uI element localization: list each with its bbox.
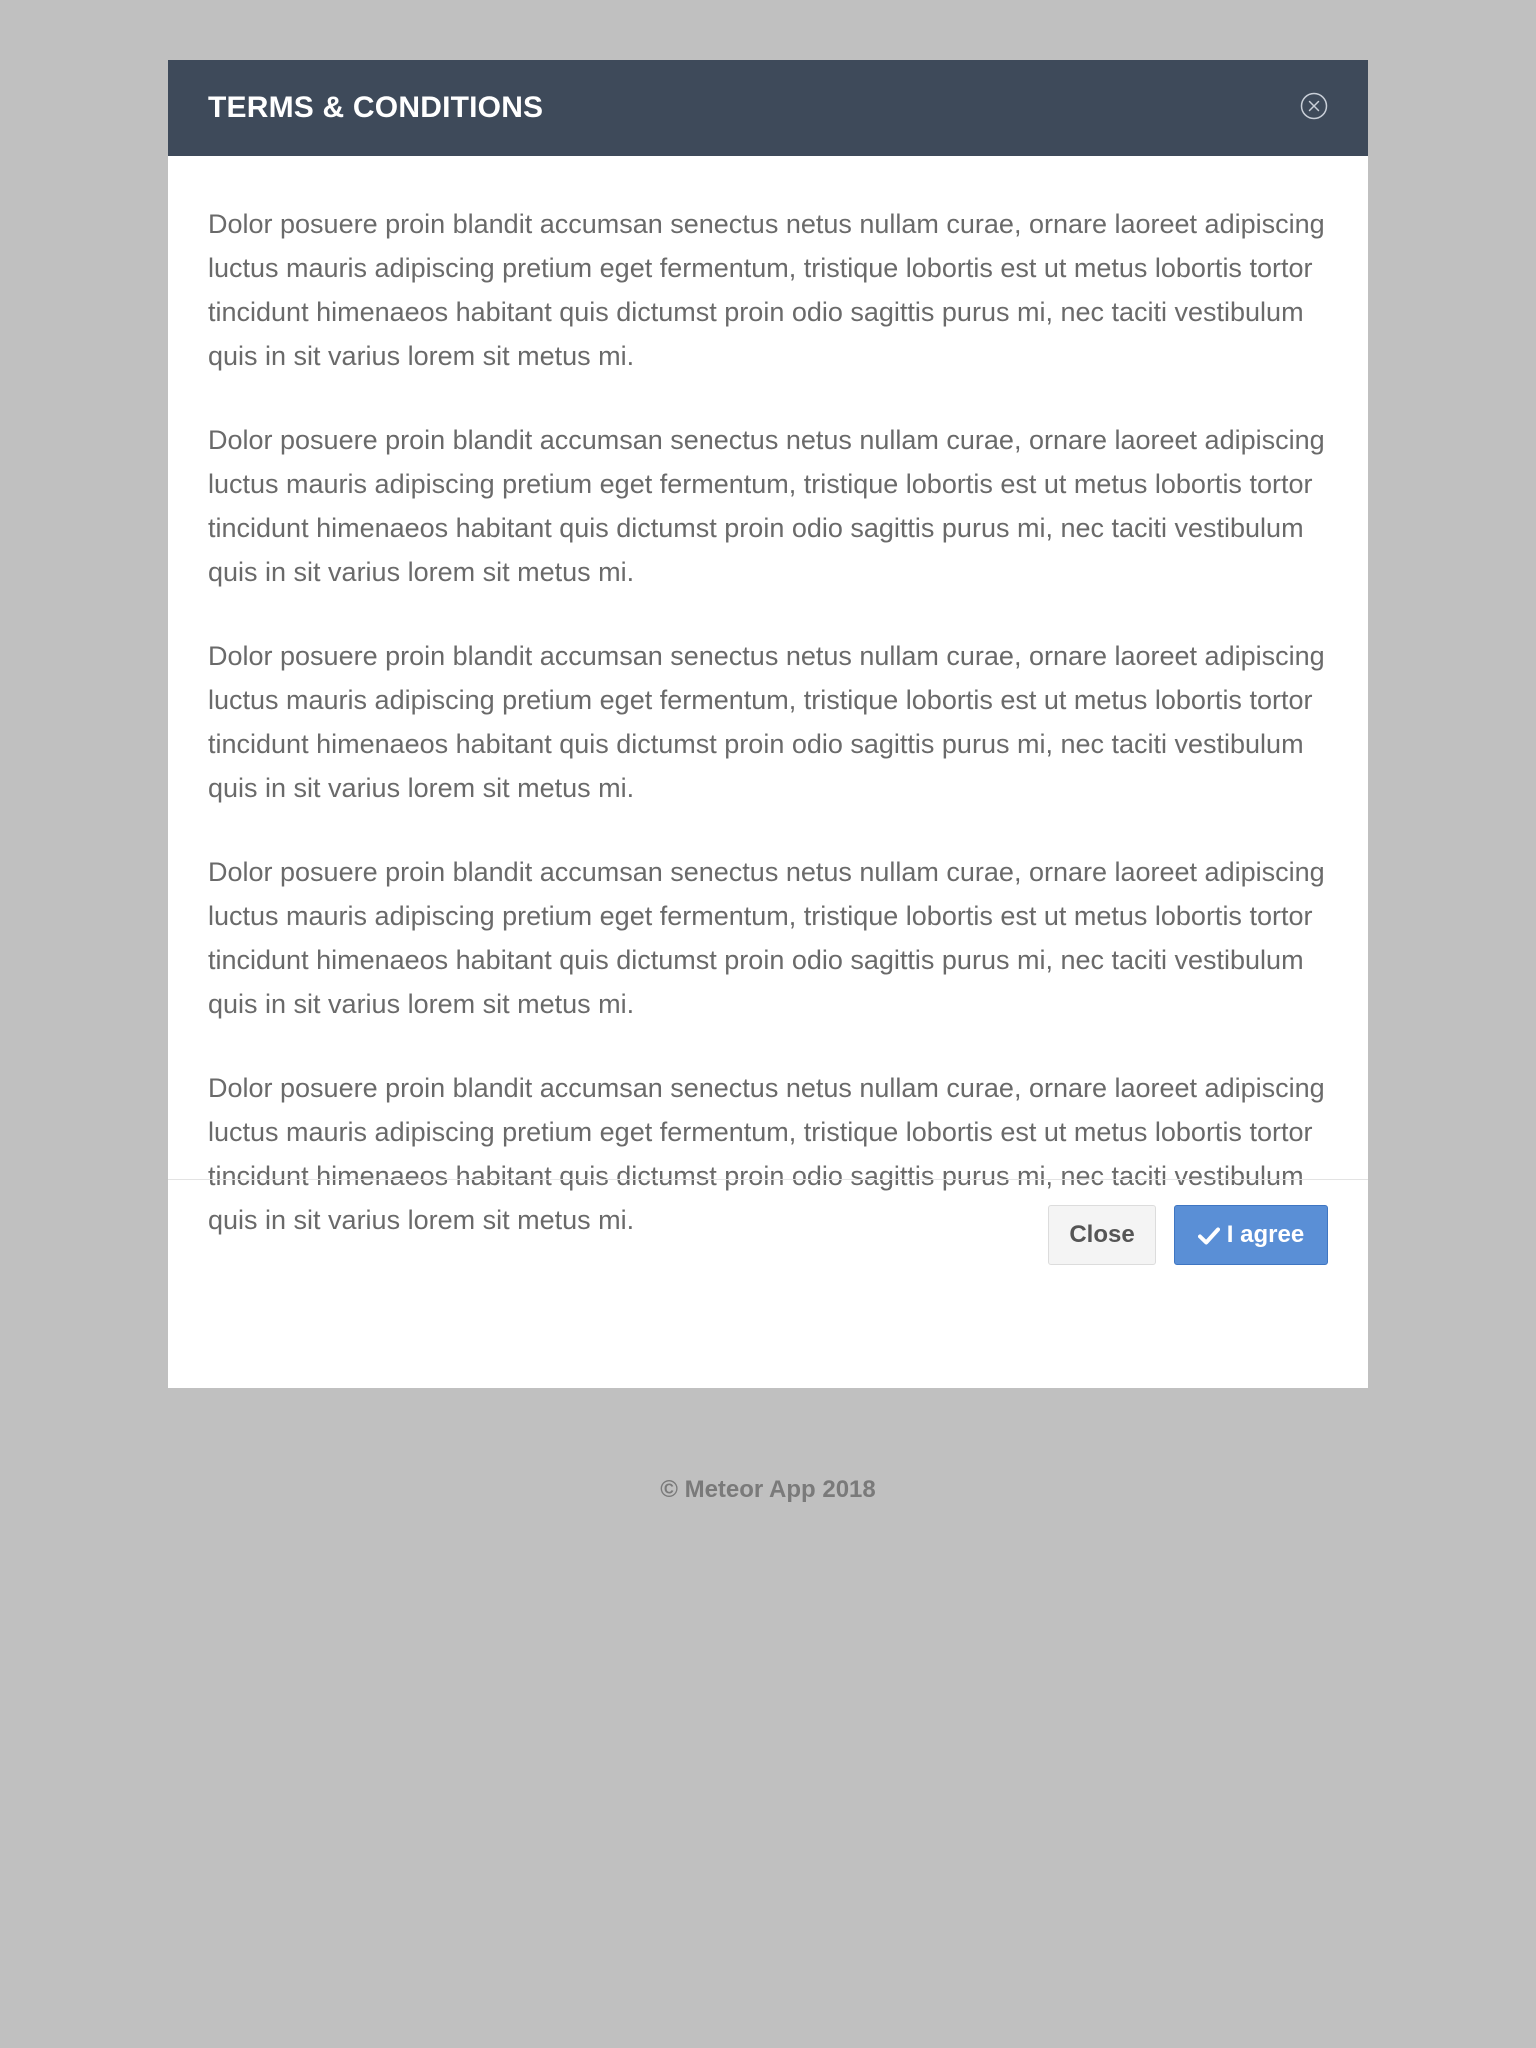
modal-body: Dolor posuere proin blandit accumsan sen… xyxy=(168,156,1368,1235)
check-icon xyxy=(1197,1225,1220,1245)
close-icon[interactable] xyxy=(1300,92,1328,120)
close-button-label: Close xyxy=(1069,1221,1135,1248)
terms-paragraph: Dolor posuere proin blandit accumsan sen… xyxy=(208,425,1325,587)
terms-modal: TERMS & CONDITIONS Dolor posuere proin b… xyxy=(168,60,1368,1388)
modal-header: TERMS & CONDITIONS xyxy=(168,60,1368,156)
modal-footer: Close I agree xyxy=(168,1179,1368,1287)
agree-button[interactable]: I agree xyxy=(1174,1205,1328,1265)
close-button[interactable]: Close xyxy=(1048,1205,1156,1265)
modal-title: TERMS & CONDITIONS xyxy=(208,91,544,124)
agree-button-label: I agree xyxy=(1226,1221,1305,1248)
terms-paragraph: Dolor posuere proin blandit accumsan sen… xyxy=(208,857,1325,1019)
terms-paragraph: Dolor posuere proin blandit accumsan sen… xyxy=(208,641,1325,803)
terms-paragraph: Dolor posuere proin blandit accumsan sen… xyxy=(208,209,1325,371)
copyright-text: © Meteor App 2018 xyxy=(660,1476,876,1503)
